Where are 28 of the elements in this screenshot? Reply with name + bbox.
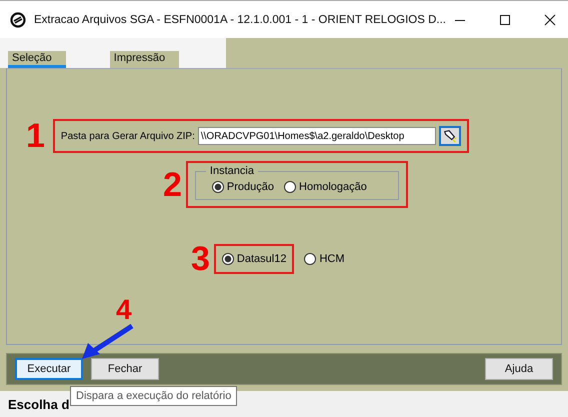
radio-option[interactable]: HCM — [304, 253, 345, 265]
annotation-number: 2 — [163, 168, 182, 202]
radio-option[interactable]: Produção — [212, 181, 274, 193]
radio-icon[interactable] — [284, 181, 296, 193]
dialog-button[interactable]: Ajuda — [485, 358, 553, 380]
window-title: Extracao Arquivos SGA - ESFN0001A - 12.1.0.001 - 1 - ORIENT RELOGIOS D... — [34, 14, 446, 26]
annotation-number: 1 — [26, 119, 45, 153]
app-logo-icon — [10, 12, 26, 28]
radio-icon[interactable] — [212, 181, 224, 193]
browse-button[interactable] — [438, 126, 461, 146]
radio-option[interactable]: Datasul12 — [222, 253, 286, 265]
field-label: Pasta para Gerar Arquivo ZIP: — [60, 130, 195, 142]
group-title: Instancia — [208, 165, 255, 177]
status-text: Escolha d — [8, 396, 70, 412]
maximize-icon[interactable] — [499, 14, 511, 26]
radio-option[interactable]: Homologação — [284, 181, 367, 193]
tab[interactable]: Seleção — [8, 51, 66, 68]
dialog-button[interactable]: Fechar — [91, 358, 159, 380]
close-icon[interactable] — [544, 14, 556, 26]
radio-icon[interactable] — [222, 253, 234, 265]
tab[interactable]: Impressão — [110, 51, 180, 68]
flashlight-icon — [442, 129, 457, 143]
radio-icon[interactable] — [304, 253, 316, 265]
folder-path-field[interactable]: \\ORADCVPG01\Homes$\a2.geraldo\Desktop — [198, 127, 436, 145]
dialog-button[interactable]: Executar — [15, 358, 83, 380]
annotation-number: 4 — [116, 296, 132, 324]
tooltip: Dispara a execução do relatório — [70, 386, 238, 406]
annotation-number: 3 — [191, 242, 210, 276]
